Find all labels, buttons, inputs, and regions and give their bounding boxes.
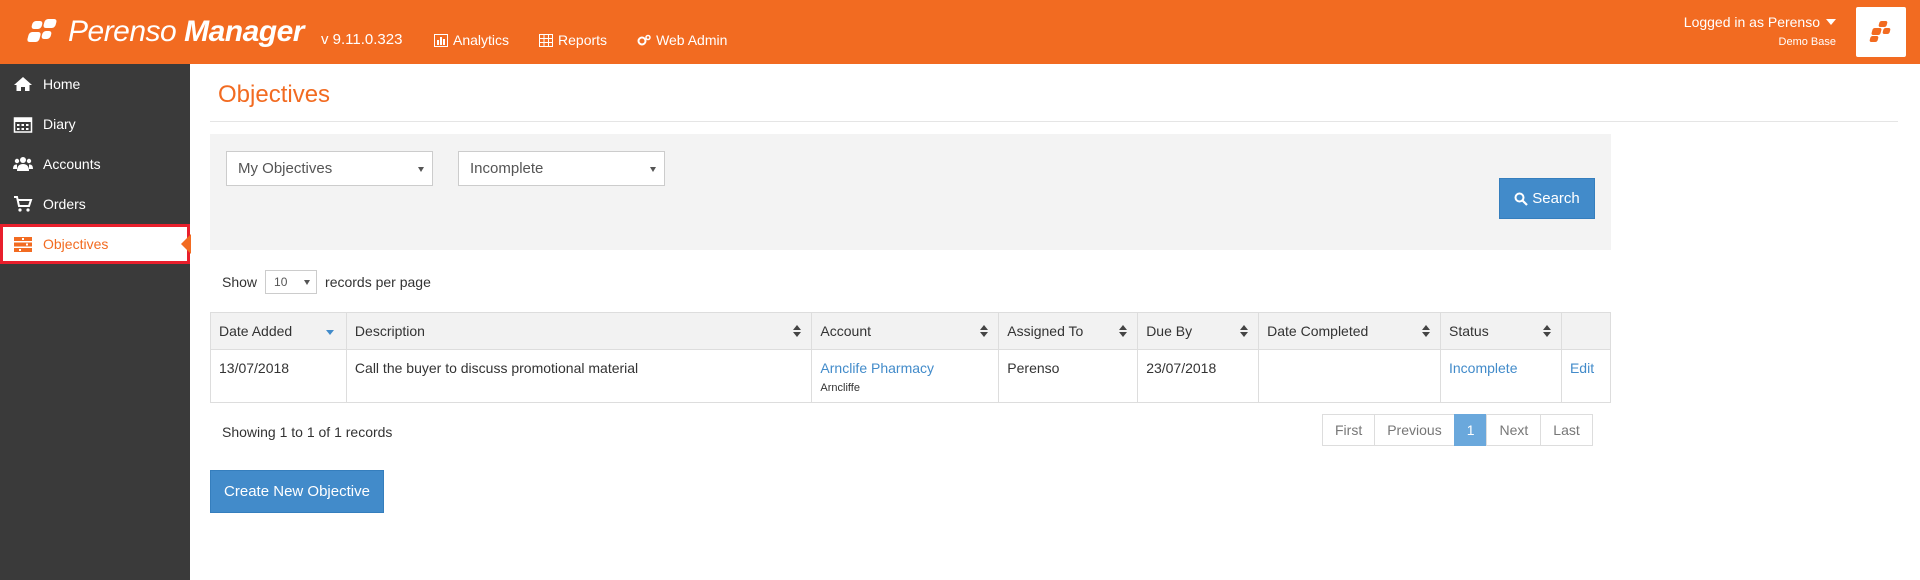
pager-first[interactable]: First [1322, 414, 1376, 446]
perenso-logo-icon [26, 13, 64, 51]
title-divider [210, 121, 1898, 122]
sort-icon [1422, 325, 1430, 337]
nav-reports[interactable]: Reports [539, 32, 607, 48]
column-header-status[interactable]: Status [1440, 312, 1562, 350]
chevron-down-icon [304, 280, 311, 285]
company-logo-icon [1856, 7, 1906, 57]
sidebar-item-label: Home [43, 76, 81, 92]
sort-icon [1240, 325, 1249, 337]
pagination: First Previous 1 Next Last [1322, 414, 1593, 446]
search-icon [1514, 192, 1529, 206]
cell-date-added: 13/07/2018 [210, 349, 347, 403]
chart-icon [434, 33, 448, 47]
sidebar-item-objectives[interactable]: Objectives [0, 224, 191, 264]
sidebar-item-label: Objectives [43, 236, 109, 252]
sidebar-item-accounts[interactable]: Accounts [0, 144, 190, 184]
column-header-due-by[interactable]: Due By [1137, 312, 1260, 350]
column-header-assigned-to[interactable]: Assigned To [998, 312, 1139, 350]
brand[interactable]: Perenso Manager [26, 10, 304, 54]
column-header-date-added[interactable]: Date Added [210, 312, 347, 350]
page-size-select[interactable]: 10 [265, 270, 318, 294]
cell-account: Arnclife Pharmacy Arncliffe [811, 349, 1000, 403]
cell-due-by: 23/07/2018 [1137, 349, 1260, 403]
page-size-value: 10 [274, 275, 288, 289]
page-size-control: Show 10 records per page [222, 270, 431, 294]
sort-icon [1119, 325, 1128, 337]
sidebar-item-orders[interactable]: Orders [0, 184, 190, 224]
sidebar-item-label: Diary [43, 116, 76, 132]
cell-description: Call the buyer to discuss promotional ma… [345, 349, 813, 403]
page-title: Objectives [218, 81, 331, 108]
pager-previous[interactable]: Previous [1374, 414, 1455, 446]
objectives-icon [14, 237, 32, 252]
sidebar-item-home[interactable]: Home [0, 64, 190, 104]
cart-icon [14, 196, 33, 212]
sort-icon [793, 325, 802, 337]
account-link[interactable]: Arnclife Pharmacy [820, 360, 934, 376]
sidebar-item-label: Orders [43, 196, 86, 212]
create-objective-button[interactable]: Create New Objective [210, 470, 384, 513]
column-header-date-completed[interactable]: Date Completed [1258, 312, 1441, 350]
edit-link[interactable]: Edit [1570, 360, 1594, 376]
top-nav: Analytics Reports Web Admin [434, 32, 727, 48]
sidebar-item-label: Accounts [43, 156, 101, 172]
status-link[interactable]: Incomplete [1449, 360, 1517, 376]
nav-web-admin-label: Web Admin [656, 32, 728, 48]
sort-icon [980, 325, 989, 337]
nav-analytics[interactable]: Analytics [434, 32, 509, 48]
cell-date-completed [1258, 349, 1441, 403]
search-button[interactable]: Search [1499, 178, 1595, 219]
app-version: v 9.11.0.323 [321, 31, 403, 48]
status-filter-value: Incomplete [470, 160, 544, 177]
column-header-actions [1560, 312, 1612, 350]
owner-filter-select[interactable]: My Objectives [226, 151, 433, 186]
show-prefix: Show [222, 274, 258, 290]
owner-filter-value: My Objectives [238, 160, 333, 177]
database-name: Demo Base [1778, 36, 1836, 48]
pager-last[interactable]: Last [1540, 414, 1593, 446]
gears-icon [637, 34, 651, 45]
home-icon [14, 77, 32, 91]
sort-desc-icon [325, 330, 334, 335]
caret-down-icon [1826, 19, 1836, 25]
cell-actions: Edit [1560, 349, 1612, 403]
show-suffix: records per page [325, 274, 431, 290]
calendar-icon [13, 117, 33, 133]
nav-web-admin[interactable]: Web Admin [637, 32, 727, 48]
nav-reports-label: Reports [558, 32, 608, 48]
pager-next[interactable]: Next [1486, 414, 1542, 446]
status-filter-select[interactable]: Incomplete [458, 151, 665, 186]
nav-analytics-label: Analytics [453, 32, 510, 48]
search-button-label: Search [1532, 190, 1580, 207]
pager-current-page[interactable]: 1 [1453, 414, 1488, 446]
cell-status: Incomplete [1440, 349, 1562, 403]
table-row: 13/07/2018 Call the buyer to discuss pro… [210, 349, 1612, 403]
account-location: Arncliffe [820, 382, 860, 394]
sidebar: Home Diary Accounts Orders Objectives [0, 64, 191, 580]
objectives-table: Date Added Description Account Assigned … [210, 312, 1612, 403]
top-header: Perenso Manager v 9.11.0.323 Analytics R… [0, 0, 1920, 64]
column-header-account[interactable]: Account [811, 312, 1000, 350]
chevron-down-icon [650, 167, 656, 172]
records-info: Showing 1 to 1 of 1 records [222, 424, 393, 440]
user-menu[interactable]: Logged in as Perenso Demo Base [1684, 14, 1836, 48]
users-icon [13, 157, 33, 171]
table-icon [539, 33, 554, 47]
column-header-description[interactable]: Description [345, 312, 813, 350]
sidebar-item-diary[interactable]: Diary [0, 104, 190, 144]
chevron-down-icon [418, 167, 424, 172]
cell-assigned-to: Perenso [998, 349, 1139, 403]
sort-icon [1542, 325, 1551, 337]
logged-in-text: Logged in as Perenso [1683, 14, 1820, 30]
brand-name: Perenso Manager [68, 15, 304, 48]
table-header-row: Date Added Description Account Assigned … [210, 312, 1612, 350]
